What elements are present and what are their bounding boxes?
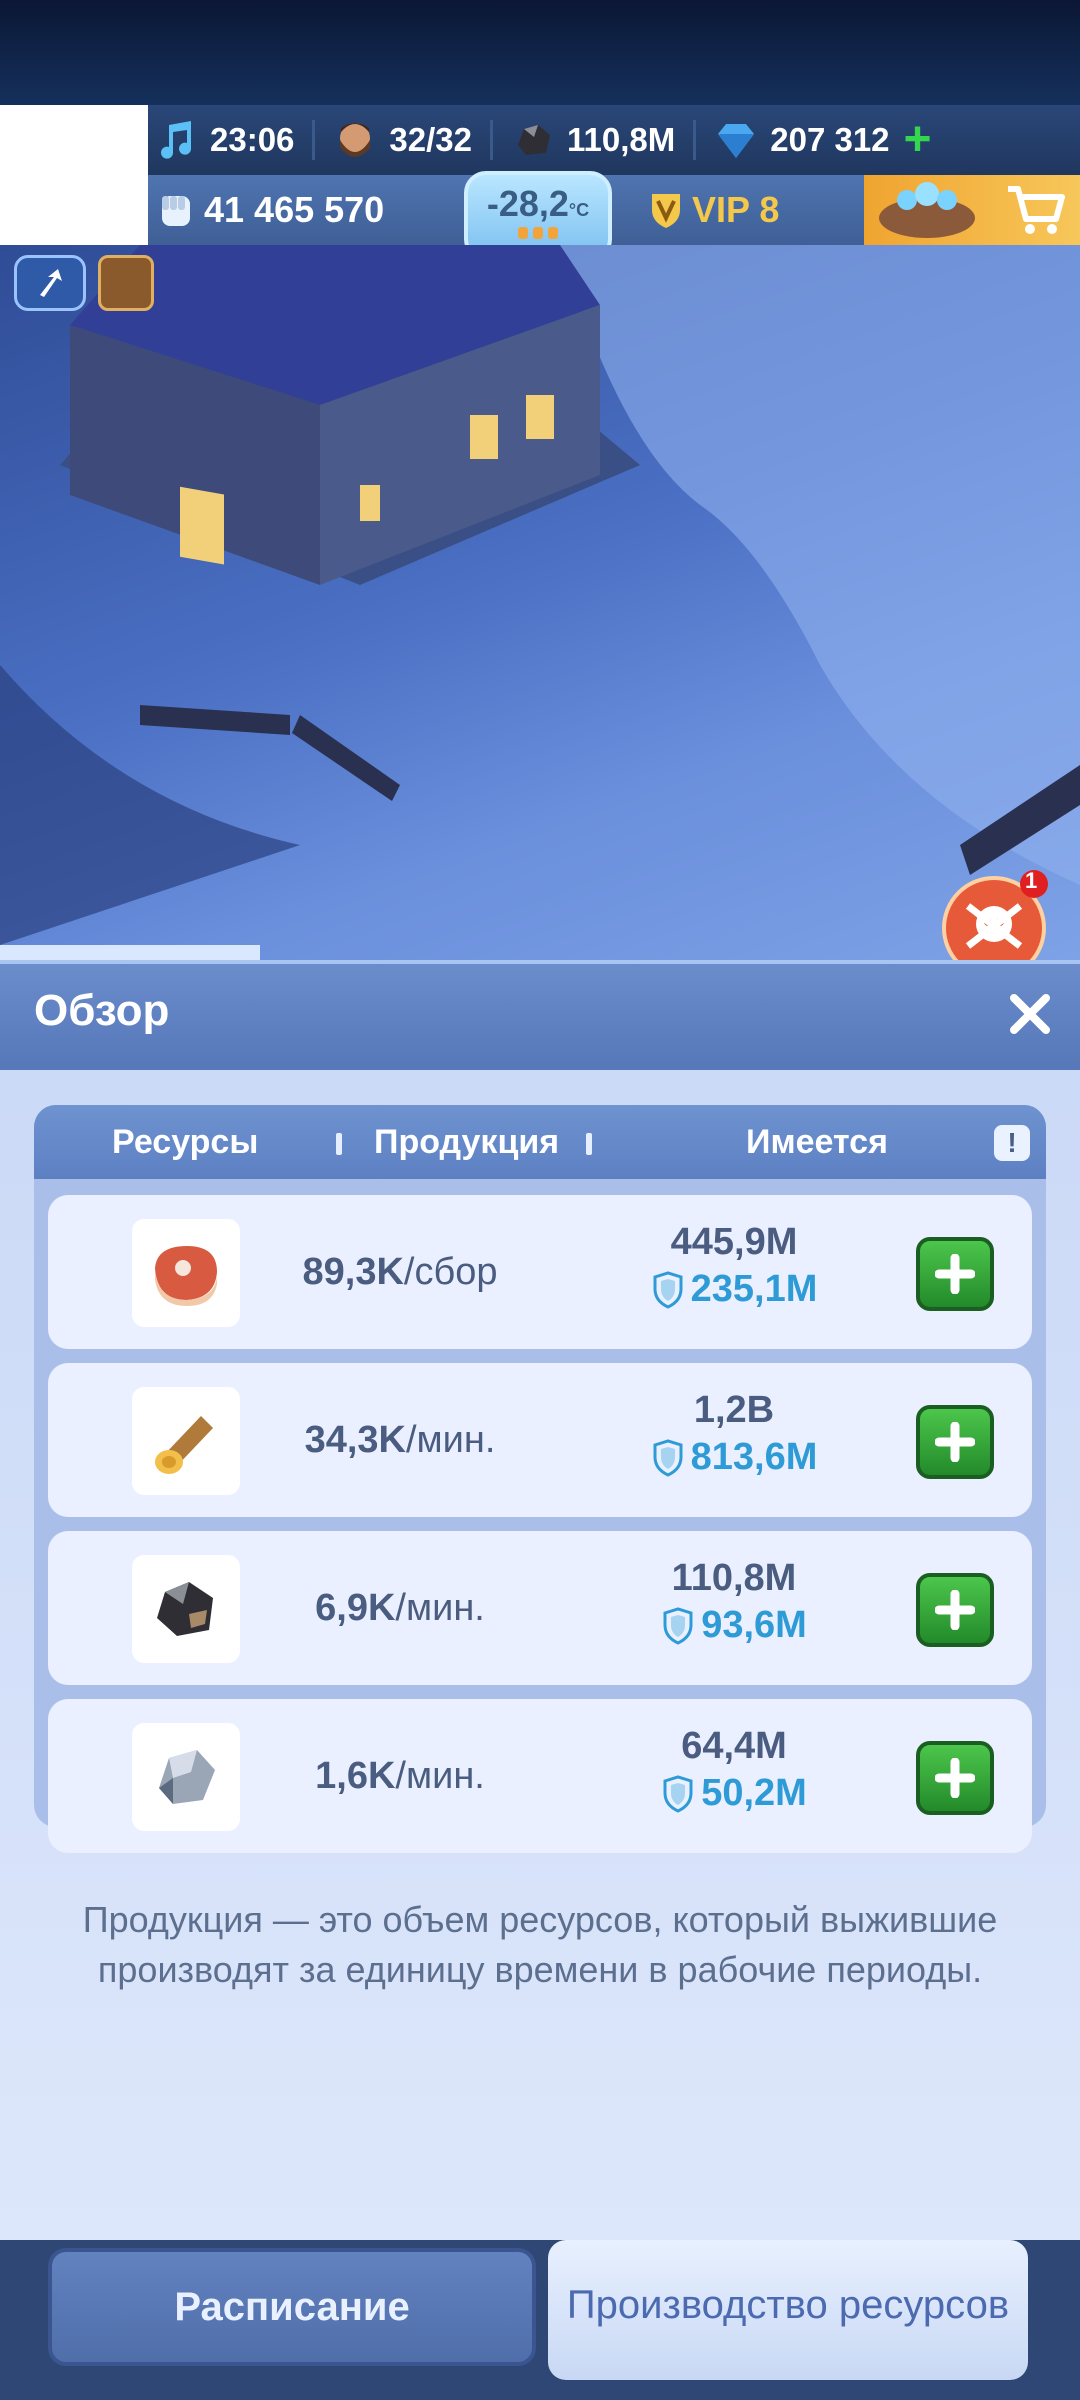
add-iron-button[interactable] <box>916 1741 994 1815</box>
add-coal-button[interactable] <box>916 1573 994 1647</box>
rate-value: 6,9K <box>315 1587 396 1629</box>
status-row: 41 465 570 -28,2°C VIP 8 <box>148 171 1080 261</box>
available-amount: 110,8M 93,6M <box>614 1557 854 1647</box>
power-value: 41 465 570 <box>204 189 385 230</box>
table-header: Ресурсы Продукция Имеется ! <box>34 1105 1046 1179</box>
available-amount: 1,2B 813,6M <box>614 1389 854 1479</box>
gems-value: 207 312 <box>770 121 890 158</box>
protected-amount: 813,6M <box>614 1436 854 1479</box>
vip-badge[interactable]: VIP 8 <box>648 175 779 245</box>
diamond-icon <box>714 118 758 162</box>
survivors-item[interactable]: 32/32 <box>333 105 472 175</box>
total-amount: 445,9M <box>670 1221 798 1263</box>
rate-unit: /мин. <box>395 1587 485 1629</box>
divider <box>312 120 316 160</box>
snowy-building-illustration <box>0 245 1080 960</box>
city-scene[interactable] <box>0 245 1080 960</box>
rate-value: 89,3K <box>302 1251 404 1293</box>
table-row: 89,3K/сбор 445,9M 235,1M <box>48 1195 1032 1349</box>
blank-area <box>0 105 148 245</box>
time-item: 23:06 <box>154 105 294 175</box>
coal-icon <box>132 1555 240 1663</box>
divider <box>693 120 697 160</box>
overview-panel: Обзор Ресурсы Продукция Имеется ! 89,3K/… <box>0 960 1080 2240</box>
vip-shield-icon <box>648 190 684 230</box>
cart-icon <box>1004 181 1066 244</box>
meat-icon <box>132 1219 240 1327</box>
coal-item[interactable]: 110,8M <box>511 105 675 175</box>
alert-count-badge: 1 <box>1025 868 1038 893</box>
table-row: 1,6K/мин. 64,4M 50,2M <box>48 1699 1032 1853</box>
protected-amount: 235,1M <box>614 1268 854 1311</box>
rate-value: 1,6K <box>315 1755 396 1797</box>
table-row: 34,3K/мин. 1,2B 813,6M <box>48 1363 1032 1517</box>
plus-icon <box>935 1590 975 1630</box>
status-area <box>0 0 1080 105</box>
column-header-resources: Ресурсы <box>112 1123 259 1161</box>
gems-item[interactable]: 207 312 + <box>714 105 932 175</box>
close-icon <box>1010 994 1050 1034</box>
temperature-unit: °C <box>568 200 590 220</box>
available-amount: 64,4M 50,2M <box>614 1725 854 1815</box>
iron-ore-icon <box>132 1723 240 1831</box>
production-rate: 6,9K/мин. <box>270 1531 530 1685</box>
survivor-face-icon <box>333 118 377 162</box>
total-amount: 110,8M <box>671 1557 797 1599</box>
arrow-up-icon <box>40 269 62 297</box>
divider <box>490 120 493 160</box>
shield-icon <box>663 1606 693 1645</box>
column-header-available: Имеется <box>746 1123 888 1161</box>
protected-amount: 93,6M <box>614 1604 854 1647</box>
total-amount: 1,2B <box>693 1389 775 1431</box>
temperature-indicator <box>518 227 558 239</box>
time-value: 23:06 <box>210 121 295 158</box>
coal-icon <box>511 118 555 162</box>
tab-schedule[interactable]: Расписание <box>48 2248 536 2366</box>
available-amount: 445,9M 235,1M <box>614 1221 854 1311</box>
tab-resource-production[interactable]: Производство ресурсов <box>548 2240 1028 2380</box>
coal-value: 110,8M <box>567 121 676 158</box>
plus-icon <box>935 1422 975 1462</box>
survivors-value: 32/32 <box>389 121 472 158</box>
panel-header: Обзор <box>0 960 1080 1070</box>
rate-unit: /мин. <box>395 1755 485 1797</box>
rate-unit: /мин. <box>405 1419 496 1461</box>
add-wood-button[interactable] <box>916 1405 994 1479</box>
plus-icon <box>935 1254 975 1294</box>
production-rate: 34,3K/мин. <box>270 1363 530 1517</box>
resources-table: Ресурсы Продукция Имеется ! 89,3K/сбор 4… <box>34 1105 1046 1853</box>
wood-log-icon <box>132 1387 240 1495</box>
production-rate: 89,3K/сбор <box>270 1195 530 1349</box>
gem-pile-icon <box>879 182 975 238</box>
rate-unit: /сбор <box>403 1251 498 1293</box>
column-header-production: Продукция <box>374 1123 560 1161</box>
column-divider <box>336 1133 342 1155</box>
temperature-value: -28,2 <box>486 183 569 224</box>
fist-icon <box>156 188 196 232</box>
event-icon[interactable] <box>98 255 154 311</box>
add-meat-button[interactable] <box>916 1237 994 1311</box>
add-gems-button[interactable]: + <box>904 116 932 164</box>
shield-icon <box>653 1438 683 1477</box>
resource-bar: 23:06 32/32 110,8M 207 312 + <box>148 105 1080 175</box>
shield-icon <box>663 1774 693 1813</box>
close-button[interactable] <box>1000 984 1060 1044</box>
shop-button[interactable] <box>864 175 1080 245</box>
info-button[interactable]: ! <box>994 1125 1030 1161</box>
music-note-icon <box>154 118 198 162</box>
column-divider <box>586 1133 592 1155</box>
table-row: 6,9K/мин. 110,8M 93,6M <box>48 1531 1032 1685</box>
shield-icon <box>653 1270 683 1309</box>
vip-label: VIP 8 <box>692 189 780 230</box>
production-rate: 1,6K/мин. <box>270 1699 530 1853</box>
total-amount: 64,4M <box>681 1725 787 1767</box>
bottom-tabs: Расписание Производство ресурсов <box>0 2240 1080 2400</box>
power-display[interactable]: 41 465 570 <box>156 175 384 245</box>
protected-amount: 50,2M <box>614 1772 854 1815</box>
rate-value: 34,3K <box>304 1419 406 1461</box>
panel-title: Обзор <box>34 986 170 1035</box>
plus-icon <box>935 1758 975 1798</box>
upgrade-button[interactable] <box>14 255 86 311</box>
production-description: Продукция — это объем ресурсов, который … <box>82 1899 998 1990</box>
